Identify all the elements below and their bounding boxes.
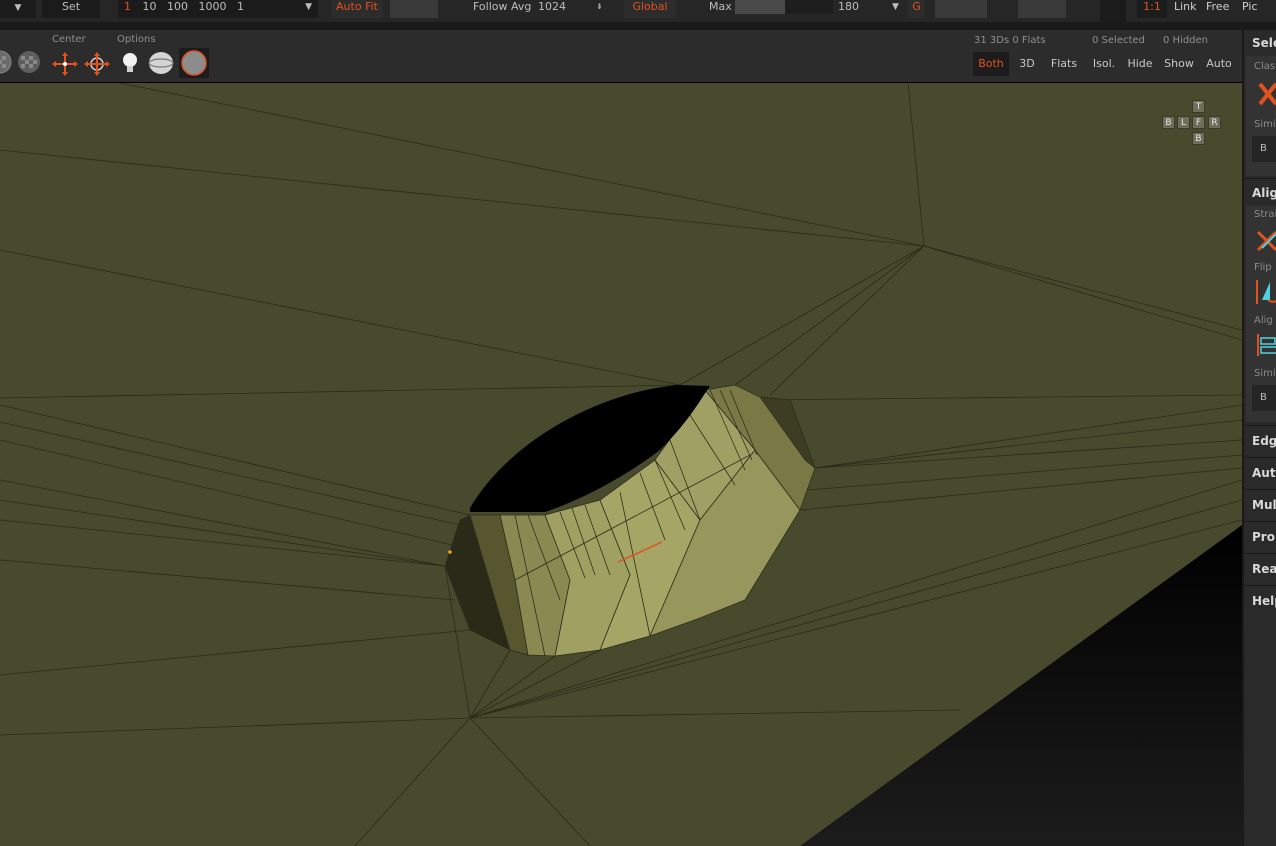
- divider: [1242, 585, 1276, 586]
- g-button[interactable]: G: [908, 0, 925, 18]
- link-button[interactable]: Link: [1174, 0, 1197, 18]
- align-icon[interactable]: [1256, 332, 1276, 358]
- view-3d-button[interactable]: 3D: [1013, 52, 1041, 76]
- checker-sphere-2-icon[interactable]: [17, 50, 41, 74]
- class-label: Clas: [1254, 61, 1276, 72]
- nav-cube-front[interactable]: F: [1192, 116, 1205, 129]
- follow-avg-label: Follow Avg: [473, 0, 532, 13]
- select-section-title[interactable]: Sele: [1252, 36, 1276, 50]
- show-button[interactable]: Show: [1160, 52, 1198, 76]
- set-button[interactable]: Set: [42, 0, 100, 18]
- divider: [1242, 457, 1276, 458]
- render-sphere-icon: [181, 50, 207, 76]
- max-slider[interactable]: [735, 0, 833, 14]
- hidden-count: 0 Hidden: [1163, 35, 1209, 46]
- follow-avg-stepper-icon[interactable]: ⇟: [596, 0, 603, 18]
- multi-section-title[interactable]: Mul: [1252, 498, 1276, 512]
- divider: [1242, 489, 1276, 490]
- follow-avg-value[interactable]: 1024: [538, 0, 566, 18]
- center-label: Center: [52, 34, 86, 45]
- step-prefix: 1: [124, 0, 131, 13]
- options-label: Options: [117, 34, 156, 45]
- vertex-marker[interactable]: [448, 550, 452, 554]
- view-both-button[interactable]: Both: [973, 52, 1009, 76]
- max-label: Max: [709, 0, 732, 13]
- selected-count: 0 Selected: [1092, 35, 1145, 46]
- chevron-down-icon: ▼: [14, 3, 22, 13]
- one-to-one-button[interactable]: 1:1: [1137, 0, 1167, 18]
- auto-fit-button[interactable]: Auto Fit: [331, 0, 383, 18]
- global-button[interactable]: Global: [624, 0, 676, 18]
- max-value[interactable]: 180: [838, 0, 859, 18]
- auto-fit-slot[interactable]: [390, 0, 438, 18]
- similar-2-label: Simi: [1254, 368, 1276, 379]
- straighten-label: Strai: [1254, 209, 1276, 220]
- top-toolbar: ▼ Set 1 10 100 1000 1 ▼ Auto Fit Follow …: [0, 0, 1276, 22]
- view-flats-button[interactable]: Flats: [1046, 52, 1082, 76]
- similar-b-button[interactable]: B: [1252, 136, 1276, 162]
- step-values: 10 100 1000 1: [142, 0, 244, 13]
- pic-button[interactable]: Pic: [1242, 0, 1258, 18]
- flip-label: Flip: [1254, 262, 1272, 273]
- checker-sphere-icon[interactable]: [0, 50, 12, 74]
- align-section-title[interactable]: Alig: [1252, 186, 1276, 200]
- sphere-options-icon[interactable]: [147, 50, 175, 76]
- nav-cube-top[interactable]: T: [1192, 100, 1205, 113]
- dropdown-arrow-button[interactable]: ▼: [0, 0, 36, 18]
- background-void: [800, 525, 1242, 846]
- auto-section-title[interactable]: Auto: [1252, 466, 1276, 480]
- g-slot-2[interactable]: [1018, 0, 1066, 18]
- right-panel: Sele Clas Simi B Alig Strai Flip Alig Si…: [1242, 30, 1276, 846]
- navigation-cube[interactable]: T B L F R B: [1162, 100, 1226, 148]
- class-x-icon[interactable]: [1258, 82, 1276, 106]
- isolate-button[interactable]: Isol.: [1088, 52, 1120, 76]
- step-selector[interactable]: 1 10 100 1000 1 ▼: [118, 0, 318, 18]
- properties-section-title[interactable]: Prop: [1252, 530, 1276, 544]
- light-bulb-icon[interactable]: [120, 50, 140, 76]
- chevron-down-icon: ▼: [305, 2, 312, 12]
- objects-count: 31 3Ds 0 Flats: [974, 35, 1046, 46]
- render-sphere-button[interactable]: [179, 48, 209, 78]
- toolbar-divider: [1100, 0, 1126, 22]
- auto-button[interactable]: Auto: [1202, 52, 1236, 76]
- 3d-viewport[interactable]: T B L F R B: [0, 83, 1242, 846]
- nav-cube-right[interactable]: R: [1208, 116, 1221, 129]
- nav-cube-back[interactable]: B: [1162, 116, 1175, 129]
- center-move-icon[interactable]: [51, 51, 79, 77]
- divider: [1242, 553, 1276, 554]
- flip-icon[interactable]: [1256, 278, 1276, 306]
- free-button[interactable]: Free: [1206, 0, 1229, 18]
- toolbar-gap: [0, 22, 1276, 30]
- nav-cube-left[interactable]: L: [1177, 116, 1190, 129]
- g-slot-1[interactable]: [935, 0, 987, 18]
- hide-button[interactable]: Hide: [1124, 52, 1156, 76]
- edges-section-title[interactable]: Edg: [1252, 434, 1276, 448]
- right-panel-border: [1242, 30, 1244, 846]
- real-section-title[interactable]: Real: [1252, 562, 1276, 576]
- similar-label: Simi: [1254, 119, 1276, 130]
- max-slider-fill: [735, 0, 785, 14]
- nav-cube-bottom[interactable]: B: [1192, 132, 1205, 145]
- divider: [1242, 178, 1276, 179]
- align-label: Alig: [1254, 315, 1273, 326]
- similar-2-b-button[interactable]: B: [1252, 385, 1276, 411]
- divider: [1242, 425, 1276, 426]
- center-target-icon[interactable]: [83, 51, 111, 77]
- straighten-icon[interactable]: [1256, 228, 1276, 254]
- help-section-title[interactable]: Help: [1252, 594, 1276, 608]
- viewport-scene[interactable]: [0, 83, 1242, 846]
- divider: [1242, 521, 1276, 522]
- chevron-down-icon[interactable]: ▼: [892, 0, 899, 18]
